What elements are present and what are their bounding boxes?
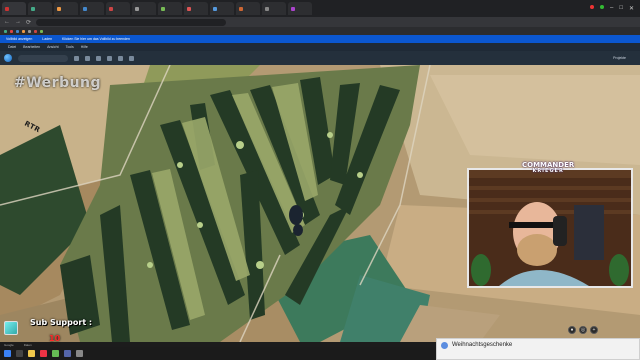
webcam-overlay bbox=[467, 168, 633, 288]
bookmark-item[interactable] bbox=[34, 29, 37, 33]
tab-favicon-icon bbox=[83, 6, 87, 11]
sub-support-label: Sub Support : bbox=[30, 318, 93, 327]
sub-support-icon bbox=[4, 321, 18, 335]
window-controls: – □ ✕ bbox=[590, 5, 640, 12]
bookmark-icon bbox=[34, 29, 37, 33]
tab-favicon-icon bbox=[57, 6, 61, 11]
fullscreen-banner: Vollbild anzeigen Laden Klicken Sie hier… bbox=[0, 35, 640, 43]
notification-title: Weihnachtsgeschenke bbox=[452, 342, 513, 348]
menu-edit[interactable]: Bearbeiten bbox=[23, 45, 40, 49]
reload-icon[interactable]: ⟳ bbox=[26, 19, 31, 26]
search-icon[interactable] bbox=[16, 350, 23, 357]
bookmark-item[interactable] bbox=[40, 29, 43, 33]
browser-tab[interactable] bbox=[80, 2, 104, 15]
earth-menu-bar: Datei Bearbeiten Ansicht Tools Hilfe bbox=[0, 43, 640, 51]
browser-tab[interactable] bbox=[262, 2, 286, 15]
banner-message[interactable]: Klicken Sie hier um das Vollbild zu been… bbox=[62, 37, 130, 41]
browser-tab[interactable] bbox=[184, 2, 208, 15]
address-bar: ← → ⟳ bbox=[0, 17, 640, 27]
menu-help[interactable]: Hilfe bbox=[81, 45, 88, 49]
browser-tab[interactable] bbox=[2, 2, 26, 15]
projects-label[interactable]: Projekte bbox=[613, 56, 626, 60]
browser-tabstrip: – □ ✕ bbox=[0, 0, 640, 17]
menu-view[interactable]: Ansicht bbox=[47, 45, 58, 49]
tab-favicon-icon bbox=[5, 6, 9, 11]
banner-message: Vollbild anzeigen bbox=[6, 37, 33, 41]
folder-icon[interactable] bbox=[28, 350, 35, 357]
compass-icon[interactable]: ◎ bbox=[579, 326, 587, 334]
bookmark-icon bbox=[10, 29, 13, 33]
bookmarks-bar bbox=[0, 27, 640, 35]
extension-icon[interactable] bbox=[600, 5, 604, 9]
measure-icon[interactable] bbox=[118, 55, 123, 61]
browser-tab[interactable] bbox=[28, 2, 52, 15]
bookmark-item[interactable] bbox=[16, 29, 19, 33]
browser-tab[interactable] bbox=[106, 2, 130, 15]
back-icon[interactable]: ← bbox=[4, 19, 10, 25]
location-icon[interactable] bbox=[107, 55, 112, 61]
voyager-icon[interactable] bbox=[85, 55, 90, 61]
tab-favicon-icon bbox=[265, 6, 269, 11]
person-icon[interactable]: ● bbox=[568, 326, 576, 334]
tab-favicon-icon bbox=[109, 6, 113, 11]
bookmark-icon bbox=[28, 29, 31, 33]
map-view-controls: ● ◎ + bbox=[568, 326, 598, 334]
close-icon[interactable]: ✕ bbox=[629, 5, 634, 12]
bookmark-item[interactable] bbox=[28, 29, 31, 33]
tab-favicon-icon bbox=[239, 6, 243, 11]
bookmark-item[interactable] bbox=[4, 29, 7, 33]
forward-icon[interactable]: → bbox=[15, 19, 21, 25]
search-input[interactable] bbox=[18, 54, 68, 62]
discord-icon[interactable] bbox=[64, 350, 71, 357]
browser-tab[interactable] bbox=[132, 2, 156, 15]
notification-toast[interactable]: Weihnachtsgeschenke bbox=[436, 338, 640, 360]
settings-icon[interactable] bbox=[129, 55, 134, 61]
browser-tab[interactable] bbox=[54, 2, 78, 15]
ad-disclosure-label: #Werbung bbox=[14, 75, 102, 91]
url-field[interactable] bbox=[36, 18, 227, 26]
tab-favicon-icon bbox=[187, 6, 191, 11]
dice-icon[interactable] bbox=[96, 55, 101, 61]
layers-icon[interactable] bbox=[74, 55, 79, 61]
bookmark-item[interactable] bbox=[22, 29, 25, 33]
bookmark-icon bbox=[40, 29, 43, 33]
earth-logo-icon[interactable] bbox=[4, 54, 12, 62]
start-icon[interactable] bbox=[4, 350, 11, 357]
tab-favicon-icon bbox=[291, 6, 295, 11]
menu-tools[interactable]: Tools bbox=[66, 45, 74, 49]
tab-favicon-icon bbox=[213, 6, 217, 11]
maximize-icon[interactable]: □ bbox=[619, 5, 623, 12]
bookmark-item[interactable] bbox=[10, 29, 13, 33]
tab-favicon-icon bbox=[161, 6, 165, 11]
webcam-title: COMMANDER KRIEGER bbox=[522, 161, 575, 175]
chrome-icon[interactable] bbox=[40, 350, 47, 357]
browser-tab[interactable] bbox=[210, 2, 234, 15]
obs-icon[interactable] bbox=[76, 350, 83, 357]
earth-toolbar: Projekte bbox=[0, 51, 640, 65]
browser-tab[interactable] bbox=[158, 2, 182, 15]
bookmark-icon bbox=[22, 29, 25, 33]
browser-tab[interactable] bbox=[288, 2, 312, 15]
streamer-webcam bbox=[469, 170, 631, 286]
bookmark-icon bbox=[4, 29, 7, 33]
notification-icon bbox=[441, 342, 448, 349]
menu-file[interactable]: Datei bbox=[8, 45, 16, 49]
minimize-icon[interactable]: – bbox=[610, 5, 613, 12]
extension-icon[interactable] bbox=[590, 5, 594, 9]
footer-google: Google bbox=[4, 342, 14, 347]
zoom-icon[interactable]: + bbox=[590, 326, 598, 334]
app-icon[interactable] bbox=[52, 350, 59, 357]
footer-data[interactable]: Daten bbox=[24, 343, 32, 347]
banner-message: Laden bbox=[42, 37, 53, 41]
tab-favicon-icon bbox=[31, 6, 35, 11]
tab-favicon-icon bbox=[135, 6, 139, 11]
browser-tab[interactable] bbox=[236, 2, 260, 15]
bookmark-icon bbox=[16, 29, 19, 33]
